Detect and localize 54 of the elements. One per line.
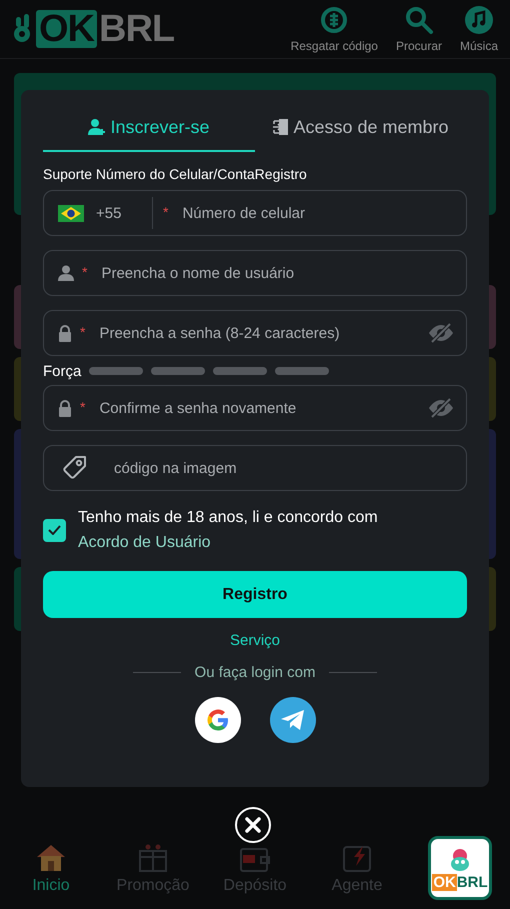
lock-icon bbox=[58, 400, 72, 416]
strength-label: Força bbox=[43, 362, 82, 380]
social-login-button[interactable] bbox=[194, 697, 240, 743]
badge-logo-text: BRL bbox=[456, 874, 488, 891]
country-code: +55 bbox=[96, 204, 122, 222]
google-logo-icon bbox=[204, 707, 230, 733]
person-icon bbox=[58, 265, 74, 281]
auth-tab[interactable]: Acesso de membro bbox=[255, 110, 467, 152]
agreement-text: Tenho mais de 18 anos, li e concordo com Acordo de Usuário bbox=[78, 508, 379, 553]
username-field[interactable]: * Preencha o nome de usuário bbox=[43, 250, 467, 296]
password-input[interactable]: Preencha a senha (8-24 caracteres) bbox=[93, 324, 420, 342]
music-note-icon bbox=[464, 5, 494, 35]
door-enter-icon bbox=[273, 118, 290, 136]
username-input[interactable]: Preencha o nome de usuário bbox=[95, 264, 454, 282]
captcha-field[interactable]: código na imagem bbox=[43, 445, 467, 491]
gift-icon bbox=[137, 843, 169, 873]
agree-checkbox[interactable] bbox=[43, 518, 66, 542]
password-field[interactable]: * Preencha a senha (8-24 caracteres) bbox=[43, 310, 467, 356]
service-link[interactable]: Serviço bbox=[224, 631, 286, 650]
eye-off-icon[interactable] bbox=[428, 398, 454, 418]
password-field[interactable]: * Confirme a senha novamente bbox=[43, 385, 467, 431]
checkmark-icon bbox=[48, 525, 61, 535]
nav-tab[interactable]: Inicio bbox=[0, 843, 102, 895]
auth-tab[interactable]: Inscrever-se bbox=[43, 110, 255, 152]
paper-plane-icon bbox=[280, 709, 306, 731]
social-login-button[interactable] bbox=[270, 697, 316, 743]
dollar-cycle-icon bbox=[319, 5, 350, 35]
required-mark: * bbox=[82, 264, 88, 280]
phone-field[interactable]: +55 * Número de celular bbox=[43, 190, 467, 236]
password-input[interactable]: Confirme a senha novamente bbox=[93, 400, 420, 416]
divider-label: Ou faça login com bbox=[194, 664, 316, 681]
app-badge[interactable]: OKBRL bbox=[428, 836, 492, 900]
add-user-icon bbox=[88, 118, 106, 136]
required-mark: * bbox=[163, 204, 168, 220]
header-action-button[interactable]: Resgatar código bbox=[290, 5, 378, 53]
header-action-button[interactable]: Música bbox=[460, 5, 498, 53]
close-icon bbox=[244, 816, 262, 834]
badge-logo-mark: OK bbox=[432, 874, 457, 891]
logo-mark: OK bbox=[36, 10, 97, 48]
lock-icon bbox=[58, 324, 72, 342]
header-action-button[interactable]: Procurar bbox=[396, 5, 442, 53]
phone-number-input[interactable]: Número de celular bbox=[176, 204, 454, 222]
logo-text: BRL bbox=[99, 8, 174, 50]
register-button[interactable]: Registro bbox=[43, 571, 467, 618]
user-agreement-link[interactable]: Acordo de Usuário bbox=[78, 534, 211, 551]
required-mark: * bbox=[80, 324, 86, 340]
required-mark: * bbox=[80, 399, 86, 415]
close-button[interactable] bbox=[235, 807, 271, 843]
eye-off-icon[interactable] bbox=[428, 323, 454, 343]
captcha-input[interactable]: código na imagem bbox=[96, 460, 454, 476]
search-icon bbox=[404, 5, 434, 35]
brazil-flag-icon bbox=[58, 204, 84, 222]
form-hint: Suporte Número do Celular/ContaRegistro bbox=[43, 166, 308, 182]
tag-icon bbox=[62, 455, 88, 481]
